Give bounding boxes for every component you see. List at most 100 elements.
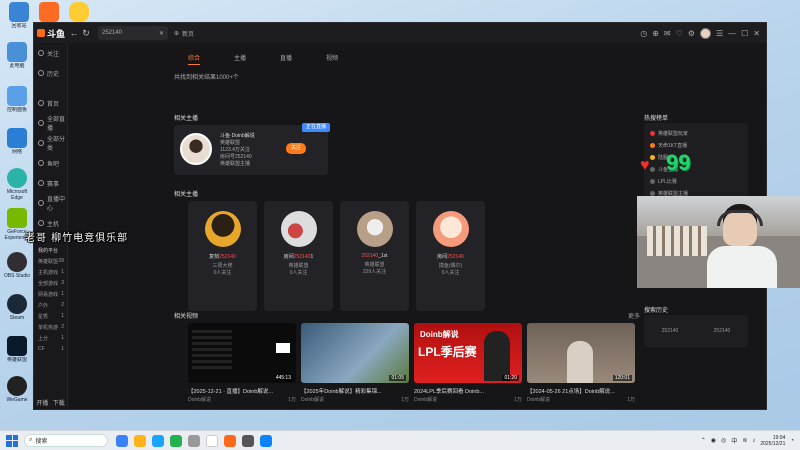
taskbar-search[interactable]: ⌕ 搜索	[24, 434, 108, 447]
start-live-button[interactable]: 开播	[36, 398, 48, 407]
video-card[interactable]: 445:13 【2025-12-21 · 直播】Doinb解说... Doinb…	[188, 323, 296, 403]
taskbar-app-icon[interactable]	[170, 434, 182, 447]
follow-button[interactable]: 关注	[286, 143, 306, 154]
tray-icon[interactable]: ◎	[721, 437, 726, 444]
hot-search-item[interactable]: 英雄联盟玩家	[644, 127, 748, 139]
history-icon[interactable]: ◷	[640, 29, 647, 38]
start-button[interactable]	[6, 434, 18, 447]
video-thumbnail: 01:05	[301, 323, 409, 383]
anchor-card[interactable]: 复刻252140 三周大佬 0人关注	[188, 201, 257, 311]
video-card[interactable]: 01:05 【2025年Doinb解说】精彩集锦... Doinb解说 1万	[301, 323, 409, 403]
steam-icon	[7, 294, 27, 314]
anchor-avatar	[180, 133, 212, 165]
video-card[interactable]: 120:01 【2024-05-26 21点场】Doinb解说... Doinb…	[527, 323, 635, 403]
desktop-icon-app2[interactable]	[64, 2, 94, 22]
anchor-card[interactable]: 房间2521401 英雄联盟 0人关注	[264, 201, 333, 311]
ime-indicator[interactable]: 中	[731, 436, 737, 445]
douyu-logo[interactable]: 斗鱼	[34, 23, 68, 43]
broadcast-icon	[38, 200, 44, 206]
more-link[interactable]: 更多	[628, 311, 640, 320]
anchor-card[interactable]: 房间252140 摸鱼(偶尔) 0人关注	[416, 201, 485, 311]
desktop-icon-wegame[interactable]: WeGame	[2, 376, 32, 409]
desktop-icon-obs[interactable]: OBS Studio	[2, 252, 32, 285]
desktop-icon-recycle-bin[interactable]: 回收站	[4, 2, 34, 35]
settings-icon[interactable]: ⚙	[688, 29, 695, 38]
sidebar-item-home[interactable]: 首页	[34, 93, 67, 113]
sidebar-item-follow[interactable]: 关注	[34, 43, 67, 63]
chevron-up-icon[interactable]: ⌃	[701, 437, 706, 444]
hot-search-item[interactable]: 陆服	[644, 151, 748, 163]
tab-video[interactable]: 视频	[326, 53, 338, 65]
tab-close-icon[interactable]: ✕	[159, 30, 164, 37]
taskbar-app-icon[interactable]	[116, 434, 128, 447]
sidebar-item-live-center[interactable]: 直播中心	[34, 193, 67, 213]
minimize-icon[interactable]: —	[728, 29, 736, 38]
anchor-avatar	[280, 211, 317, 247]
sidebar-sub-item[interactable]: 网易游戏 1	[34, 291, 67, 302]
sidebar-sub-item[interactable]: 英雄联盟 28	[34, 258, 67, 269]
desktop-icon-app1[interactable]	[34, 2, 64, 22]
sidebar-sub-item[interactable]: 上分 1	[34, 335, 67, 346]
refresh-button[interactable]: ↻	[80, 28, 92, 39]
wifi-icon[interactable]: ≋	[742, 437, 747, 444]
rank-icon	[650, 130, 655, 136]
desktop-icon-network[interactable]: 网络	[2, 128, 32, 161]
menu-icon[interactable]: ☰	[716, 29, 723, 38]
close-icon[interactable]: ✕	[753, 29, 760, 38]
desktop-icon-lol[interactable]: 英雄联盟	[2, 336, 32, 369]
sidebar-sub-item[interactable]: 户外 2	[34, 302, 67, 313]
sidebar-sub-item[interactable]: 单机热游 2	[34, 324, 67, 335]
app-icon	[69, 2, 89, 22]
favorite-icon[interactable]: ♡	[676, 29, 683, 38]
sidebar-sub-item[interactable]: 全部游戏 3	[34, 280, 67, 291]
tab-all[interactable]: 综合	[188, 53, 201, 65]
clock[interactable]: 19:04 2025/12/21	[760, 435, 785, 447]
desktop-icon-steam[interactable]: Steam	[2, 294, 32, 327]
taskbar-app-icon[interactable]	[152, 434, 164, 447]
video-card[interactable]: Doinb解说 LPL季后赛 01:20 2024LPL季后赛回看 Doinb.…	[414, 323, 522, 403]
hot-search-item[interactable]: 斗鱼主播	[644, 163, 748, 175]
history-item[interactable]: 252140	[662, 328, 679, 334]
sidebar-item-fishbar[interactable]: 鱼吧	[34, 153, 67, 173]
sidebar-item-all-live[interactable]: 全部直播	[34, 113, 67, 133]
taskbar-app-icon[interactable]	[224, 434, 236, 447]
desktop-icon-control-panel[interactable]: 控制面板	[2, 86, 32, 119]
tray-icon[interactable]: ◉	[711, 437, 716, 444]
sidebar-item-history[interactable]: 历史	[34, 63, 67, 83]
history-item[interactable]: 252140	[714, 328, 731, 334]
webcam-overlay	[637, 196, 800, 288]
club-banner-text: 老哥 柳竹电竞俱乐部	[25, 233, 129, 244]
hot-search-item[interactable]: 天命1KT直播	[644, 139, 748, 151]
title-bar-actions: ◷ ⊕ ✉ ♡ ⚙ ☰ — ☐ ✕	[640, 27, 766, 39]
taskbar-app-icon[interactable]	[206, 434, 218, 447]
download-icon[interactable]: ⊕	[652, 29, 659, 38]
sidebar-item-categories[interactable]: 全部分类	[34, 133, 67, 153]
desktop-icon-this-pc[interactable]: 此电脑	[2, 42, 32, 75]
tab-live[interactable]: 直播	[280, 53, 292, 65]
tab-search[interactable]: 252140 ✕	[98, 26, 168, 40]
sidebar-sub-item[interactable]: 星秀 1	[34, 313, 67, 324]
new-tab-button[interactable]: ⊕ 新页	[174, 29, 194, 38]
sidebar-sub-item[interactable]: 主机游戏 1	[34, 269, 67, 280]
download-button[interactable]: 下载	[53, 398, 65, 407]
taskbar-app-icon[interactable]	[188, 434, 200, 447]
taskbar-app-icon[interactable]	[134, 434, 146, 447]
main-anchor-card[interactable]: 斗鱼·Doinb解说 英雄联盟 1123.4万关注 房间号252140 英雄联盟…	[174, 123, 330, 175]
bell-icon[interactable]: ◔	[790, 438, 794, 444]
windows-icon	[6, 441, 12, 447]
taskbar-app-icon[interactable]	[260, 434, 272, 447]
back-button[interactable]: ←	[68, 28, 80, 38]
taskbar-app-icon[interactable]	[242, 434, 254, 447]
maximize-icon[interactable]: ☐	[741, 29, 748, 38]
anchor-card[interactable]: 252140_1st 英雄联盟 229人关注	[340, 201, 409, 311]
volume-icon[interactable]: ♪	[752, 438, 755, 444]
tab-anchor[interactable]: 主播	[234, 53, 246, 65]
sidebar-sub-item[interactable]: CF 1	[34, 346, 67, 357]
taskbar-apps	[116, 434, 272, 447]
video-thumbnail: 120:01	[527, 323, 635, 383]
desktop-icon-edge[interactable]: Microsoft Edge	[2, 168, 32, 201]
hot-search-item[interactable]: LPL比赛	[644, 175, 748, 187]
message-icon[interactable]: ✉	[664, 29, 671, 38]
sidebar-item-events[interactable]: 赛事	[34, 173, 67, 193]
avatar[interactable]	[699, 27, 711, 39]
